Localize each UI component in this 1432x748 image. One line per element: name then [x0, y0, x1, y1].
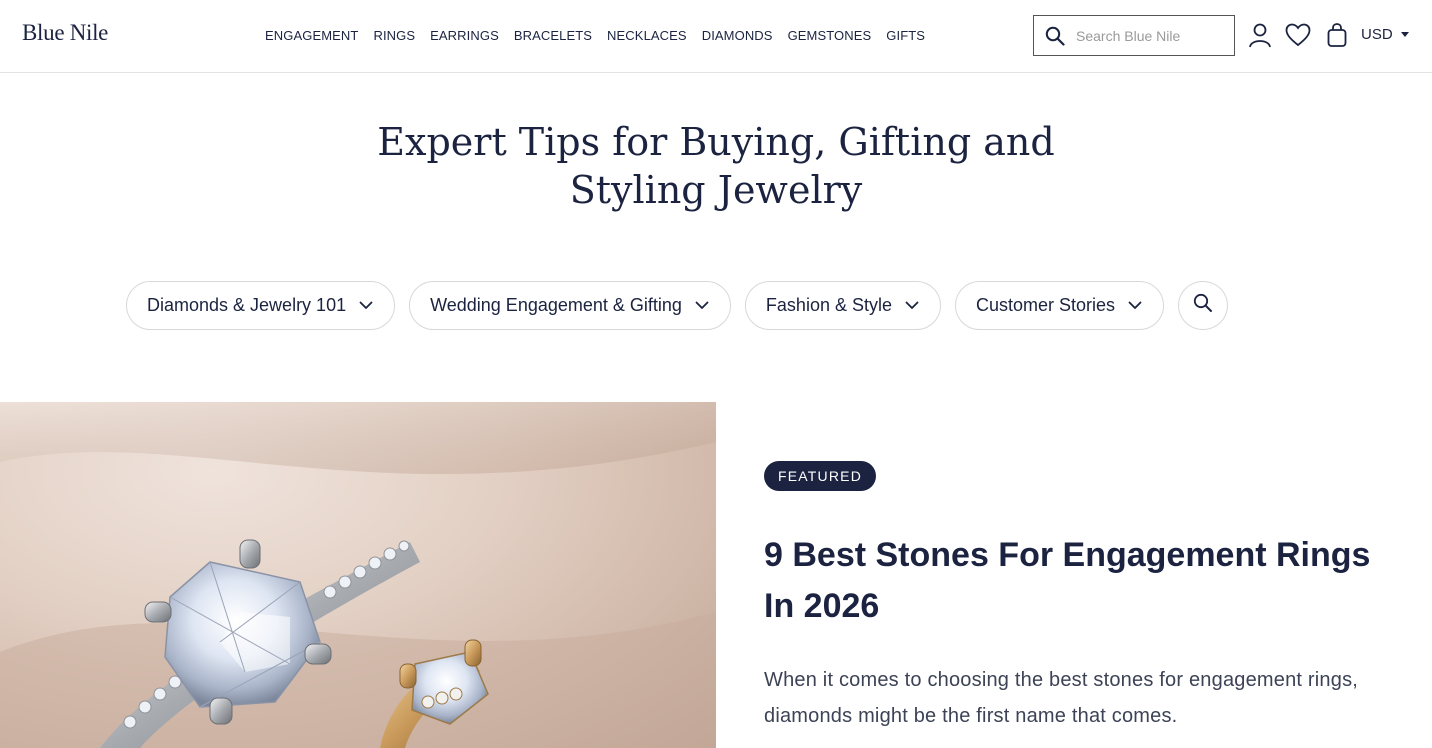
featured-article-image[interactable]	[0, 402, 716, 748]
featured-article-title[interactable]: 9 Best Stones For Engagement Rings In 20…	[764, 530, 1384, 632]
search-icon	[1193, 293, 1213, 318]
chevron-down-icon	[904, 298, 920, 314]
filter-label: Diamonds & Jewelry 101	[147, 295, 347, 315]
filter-label: Fashion & Style	[765, 295, 892, 315]
filter-customer-stories[interactable]: Customer Stories	[954, 281, 1165, 330]
nav-necklaces[interactable]: NECKLACES	[607, 28, 687, 43]
engagement-rings-illustration	[0, 402, 716, 748]
site-header: Blue Nile ENGAGEMENT RINGS EARRINGS BRAC…	[0, 0, 1432, 73]
nav-gemstones[interactable]: GEMSTONES	[788, 28, 872, 43]
logo[interactable]: Blue Nile	[22, 20, 108, 46]
user-icon[interactable]	[1247, 22, 1273, 48]
chevron-down-icon	[694, 298, 710, 314]
header-search	[1033, 15, 1235, 56]
category-filters: Diamonds & Jewelry 101 Wedding Engagemen…	[126, 281, 1229, 330]
nav-engagement[interactable]: ENGAGEMENT	[265, 28, 358, 43]
search-input[interactable]	[1076, 27, 1226, 44]
heart-icon[interactable]	[1285, 22, 1311, 48]
chevron-down-icon	[1127, 298, 1143, 314]
main-nav: ENGAGEMENT RINGS EARRINGS BRACELETS NECK…	[265, 28, 925, 43]
currency-label: USD	[1361, 26, 1393, 43]
search-icon[interactable]	[1044, 25, 1066, 47]
nav-bracelets[interactable]: BRACELETS	[514, 28, 592, 43]
caret-down-icon	[1400, 32, 1409, 37]
filter-diamonds-jewelry-101[interactable]: Diamonds & Jewelry 101	[126, 281, 396, 330]
chevron-down-icon	[358, 298, 374, 314]
filter-wedding-engagement-gifting[interactable]: Wedding Engagement & Gifting	[409, 281, 731, 330]
currency-selector[interactable]: USD	[1361, 26, 1409, 43]
shopping-bag-icon[interactable]	[1324, 22, 1350, 48]
featured-article-excerpt: When it comes to choosing the best stone…	[764, 669, 1359, 727]
nav-gifts[interactable]: GIFTS	[886, 28, 925, 43]
featured-badge: FEATURED	[764, 461, 877, 491]
filter-label: Wedding Engagement & Gifting	[430, 295, 682, 315]
nav-earrings[interactable]: EARRINGS	[430, 28, 499, 43]
page-title: Expert Tips for Buying, Gifting and Styl…	[377, 120, 1055, 212]
nav-diamonds[interactable]: DIAMONDS	[702, 28, 773, 43]
blog-search-button[interactable]	[1178, 281, 1229, 330]
filter-fashion-style[interactable]: Fashion & Style	[744, 281, 941, 330]
filter-label: Customer Stories	[975, 295, 1116, 315]
nav-rings[interactable]: RINGS	[373, 28, 415, 43]
